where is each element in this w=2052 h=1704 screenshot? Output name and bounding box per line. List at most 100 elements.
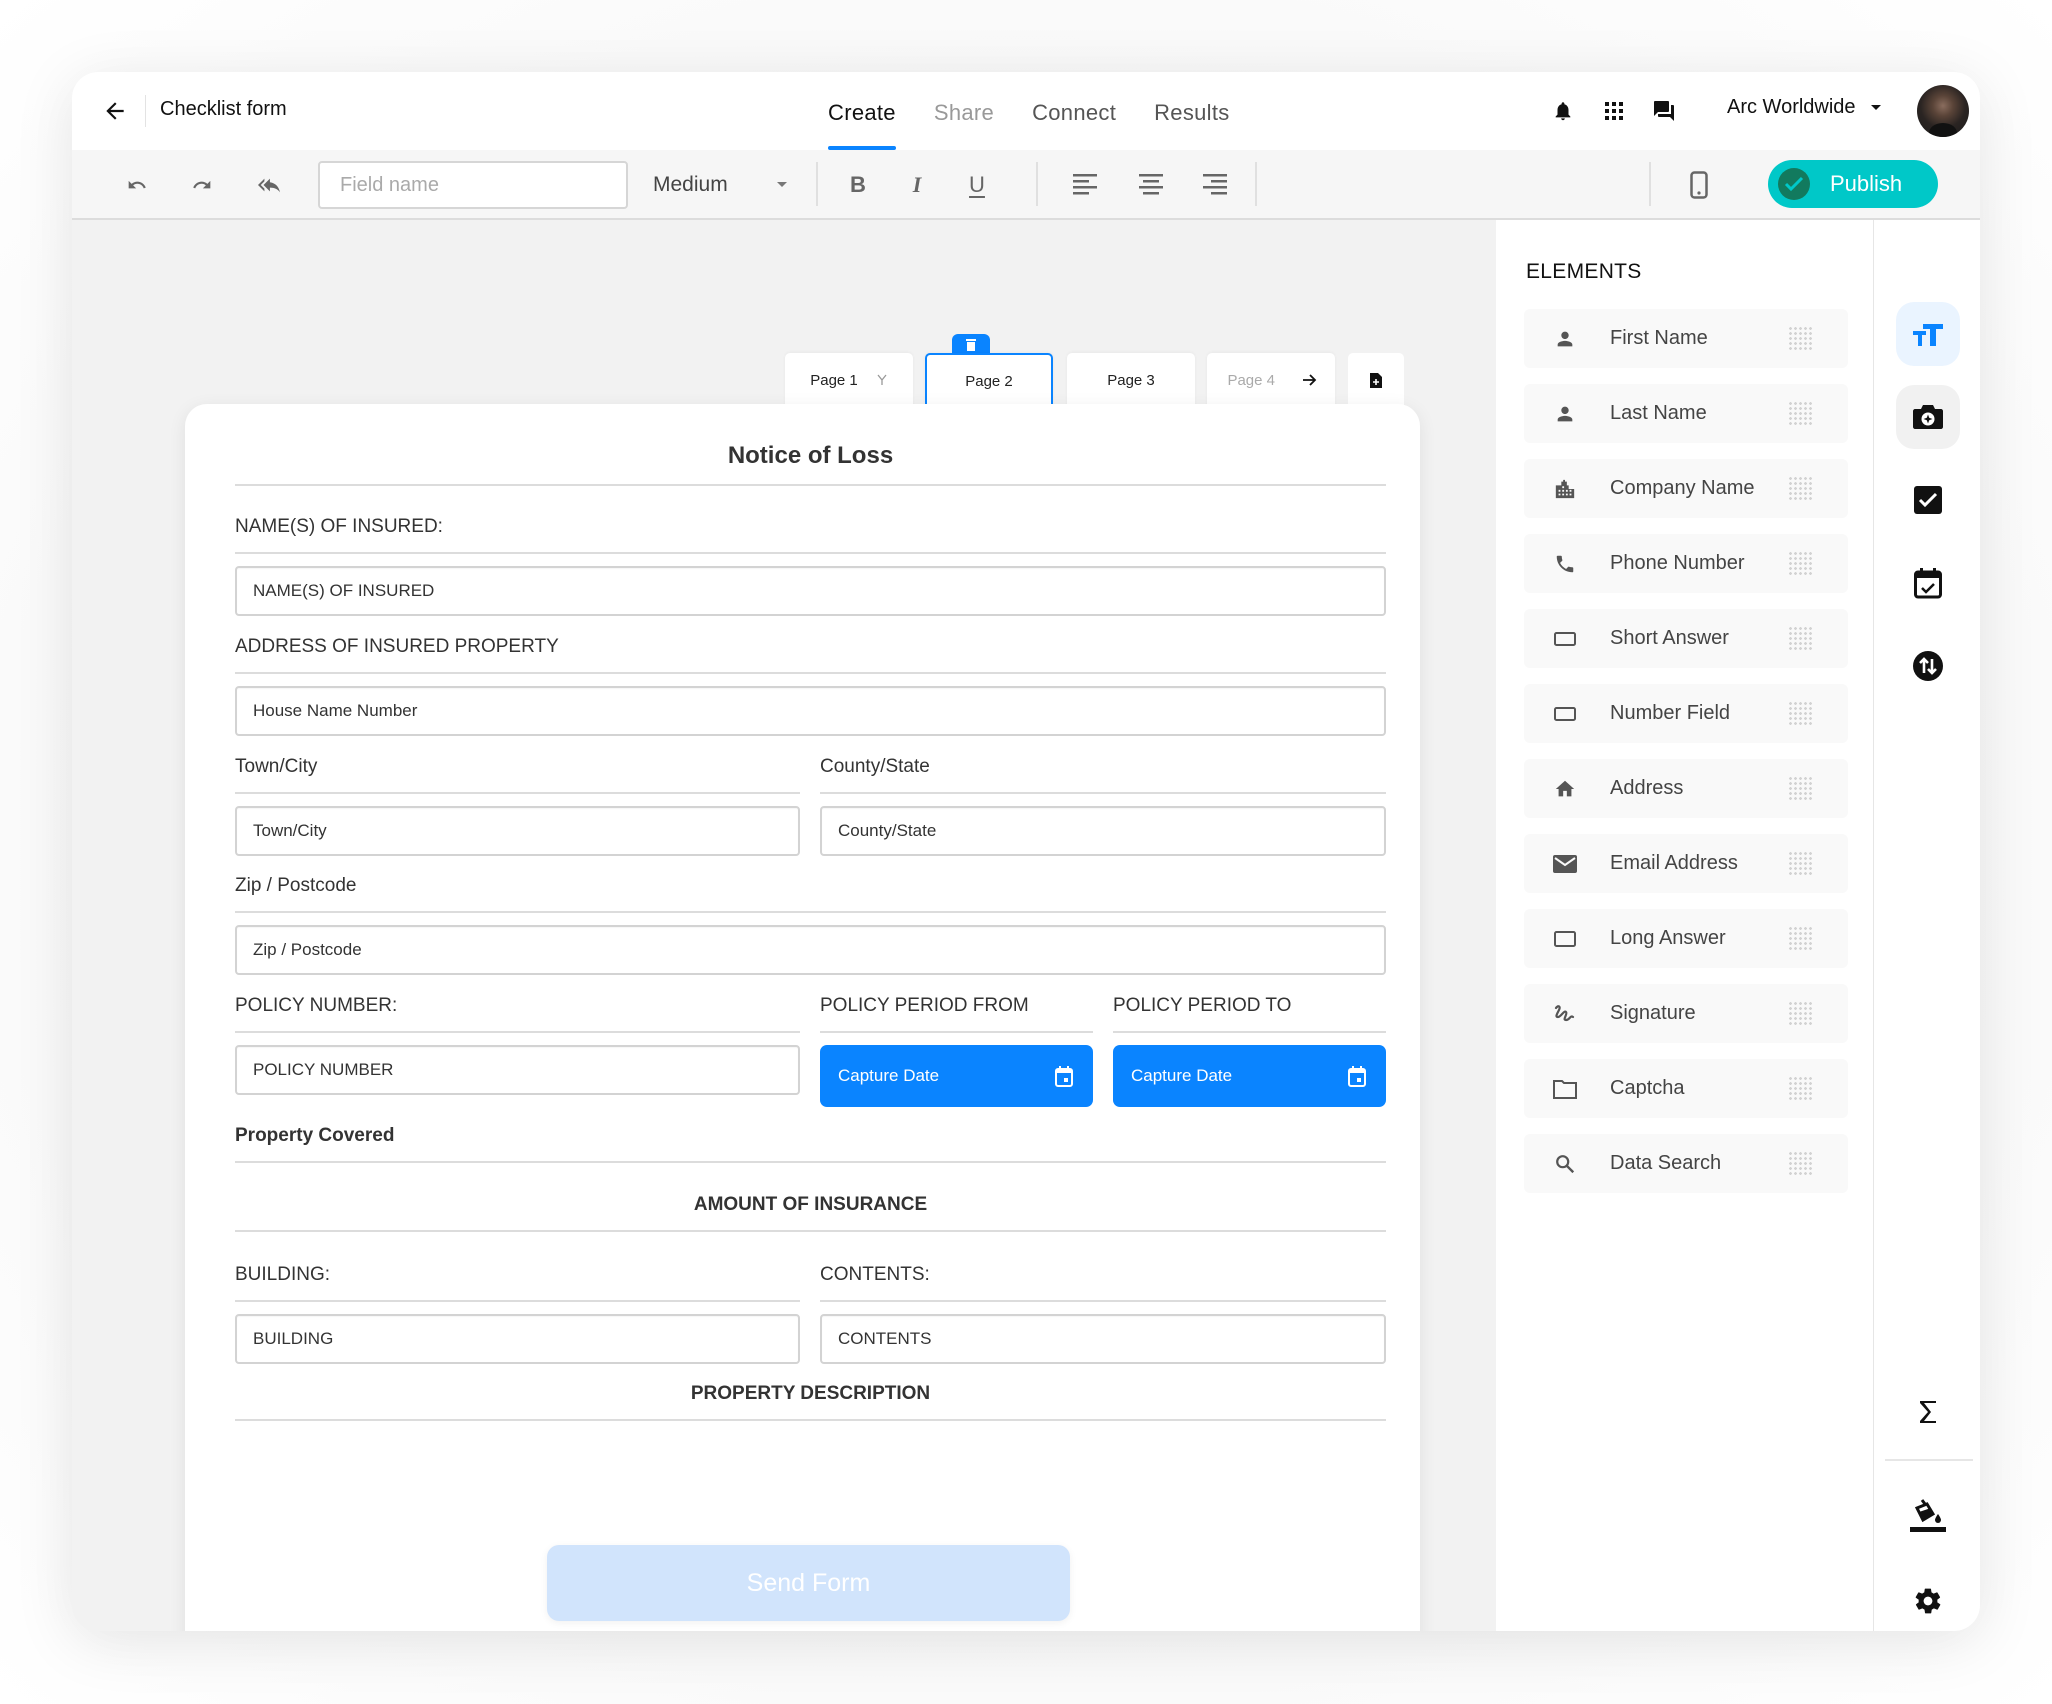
drag-handle-icon[interactable]: [1788, 700, 1814, 727]
drag-handle-icon[interactable]: [1788, 1075, 1814, 1102]
element-data-search[interactable]: Data Search: [1524, 1134, 1848, 1193]
avatar[interactable]: [1917, 85, 1969, 137]
mobile-preview-button[interactable]: [1682, 168, 1716, 202]
page-tab-label: Page 1: [810, 371, 858, 389]
drag-handle-icon[interactable]: [1788, 1150, 1814, 1177]
field-name-input[interactable]: [318, 161, 628, 209]
contents-input[interactable]: CONTENTS: [820, 1314, 1386, 1364]
main-tabs: Create Share Connect Results: [828, 72, 1268, 150]
rail-theme-button[interactable]: [1896, 1484, 1960, 1548]
divider: [820, 1300, 1386, 1302]
reply-all-button[interactable]: [252, 168, 286, 202]
element-label: Signature: [1610, 1002, 1696, 1024]
font-size-select[interactable]: Medium: [653, 161, 793, 209]
calendar-icon: [1055, 1066, 1073, 1087]
drag-handle-icon[interactable]: [1788, 1000, 1814, 1027]
italic-button[interactable]: I: [900, 168, 934, 202]
mobile-phone-icon: [1690, 171, 1708, 199]
bold-button[interactable]: B: [841, 168, 875, 202]
toolbar-divider: [816, 162, 818, 206]
tab-results[interactable]: Results: [1154, 72, 1229, 150]
toolbar-divider: [1255, 162, 1257, 206]
divider: [235, 1161, 1386, 1163]
period-to-date-button[interactable]: Capture Date: [1113, 1045, 1386, 1107]
calendar-check-icon: [1914, 568, 1942, 599]
town-input[interactable]: Town/City: [235, 806, 800, 856]
send-form-button[interactable]: Send Form: [547, 1545, 1070, 1621]
rail-checkbox-button[interactable]: [1896, 468, 1960, 532]
period-from-date-button[interactable]: Capture Date: [820, 1045, 1093, 1107]
drag-handle-icon[interactable]: [1788, 400, 1814, 427]
name-input[interactable]: NAME(S) OF INSURED: [235, 566, 1386, 616]
element-label: Number Field: [1610, 702, 1731, 724]
element-label: Email Address: [1610, 852, 1738, 874]
tab-create[interactable]: Create: [828, 72, 896, 150]
element-long-answer[interactable]: Long Answer: [1524, 909, 1848, 968]
rail-formula-button[interactable]: [1896, 1380, 1960, 1444]
zip-input[interactable]: Zip / Postcode: [235, 925, 1386, 975]
publish-button[interactable]: Publish: [1768, 160, 1938, 208]
drag-handle-icon[interactable]: [1788, 850, 1814, 877]
elements-panel: ELEMENTS First Name Last Name Company Na…: [1496, 220, 1873, 1631]
building-input[interactable]: BUILDING: [235, 1314, 800, 1364]
app-window: Checklist form Create Share Connect Resu…: [72, 72, 1980, 1631]
drag-handle-icon[interactable]: [1788, 925, 1814, 952]
rail-date-button[interactable]: [1896, 551, 1960, 615]
align-center-button[interactable]: [1134, 168, 1168, 202]
delete-page-button[interactable]: [952, 334, 990, 355]
align-left-button[interactable]: [1068, 168, 1102, 202]
policy-number-label: POLICY NUMBER:: [235, 995, 398, 1016]
page-tab-2[interactable]: Page 2: [925, 353, 1053, 407]
element-email-address[interactable]: Email Address: [1524, 834, 1848, 893]
organization-name: Arc Worldwide: [1727, 96, 1856, 118]
building-label: BUILDING:: [235, 1264, 331, 1285]
tab-share[interactable]: Share: [934, 72, 994, 150]
apps-button[interactable]: [1601, 98, 1627, 124]
trash-icon: [966, 338, 976, 351]
element-address[interactable]: Address: [1524, 759, 1848, 818]
header-divider: [145, 95, 146, 127]
element-captcha[interactable]: Captcha: [1524, 1059, 1848, 1118]
page-tab-1[interactable]: Page 1: [785, 353, 913, 407]
element-signature[interactable]: Signature: [1524, 984, 1848, 1043]
rail-camera-button[interactable]: [1896, 385, 1960, 449]
divider: [820, 792, 1386, 794]
back-button[interactable]: [96, 92, 134, 130]
page-tab-3[interactable]: Page 3: [1067, 353, 1195, 407]
drag-handle-icon[interactable]: [1788, 325, 1814, 352]
rail-sort-button[interactable]: [1896, 634, 1960, 698]
notifications-button[interactable]: [1550, 98, 1576, 124]
element-short-answer[interactable]: Short Answer: [1524, 609, 1848, 668]
element-number-field[interactable]: Number Field: [1524, 684, 1848, 743]
house-input[interactable]: House Name Number: [235, 686, 1386, 736]
element-phone-number[interactable]: Phone Number: [1524, 534, 1848, 593]
person-icon: [1552, 401, 1578, 427]
drag-handle-icon[interactable]: [1788, 550, 1814, 577]
period-to-label: POLICY PERIOD TO: [1113, 995, 1292, 1016]
county-input[interactable]: County/State: [820, 806, 1386, 856]
element-first-name[interactable]: First Name: [1524, 309, 1848, 368]
element-company-name[interactable]: Company Name: [1524, 459, 1848, 518]
input-box-icon: [1552, 626, 1578, 652]
divider: [235, 792, 800, 794]
page-tab-label: Page 3: [1107, 371, 1155, 389]
drag-handle-icon[interactable]: [1788, 625, 1814, 652]
drag-handle-icon[interactable]: [1788, 775, 1814, 802]
rail-settings-button[interactable]: [1896, 1569, 1960, 1631]
divider: [235, 672, 1386, 674]
messages-button[interactable]: [1651, 98, 1677, 124]
add-page-button[interactable]: [1348, 353, 1404, 407]
divider: [235, 911, 1386, 913]
redo-button[interactable]: [185, 168, 219, 202]
policy-number-input[interactable]: POLICY NUMBER: [235, 1045, 800, 1095]
organization-selector[interactable]: Arc Worldwide: [1727, 96, 1882, 119]
align-right-button[interactable]: [1198, 168, 1232, 202]
rail-text-button[interactable]: [1896, 302, 1960, 366]
back-arrow-icon: [106, 102, 124, 120]
element-last-name[interactable]: Last Name: [1524, 384, 1848, 443]
undo-button[interactable]: [120, 168, 154, 202]
page-tab-4[interactable]: Page 4: [1207, 353, 1335, 407]
tab-connect[interactable]: Connect: [1032, 72, 1116, 150]
drag-handle-icon[interactable]: [1788, 475, 1814, 502]
underline-button[interactable]: U: [960, 168, 994, 202]
